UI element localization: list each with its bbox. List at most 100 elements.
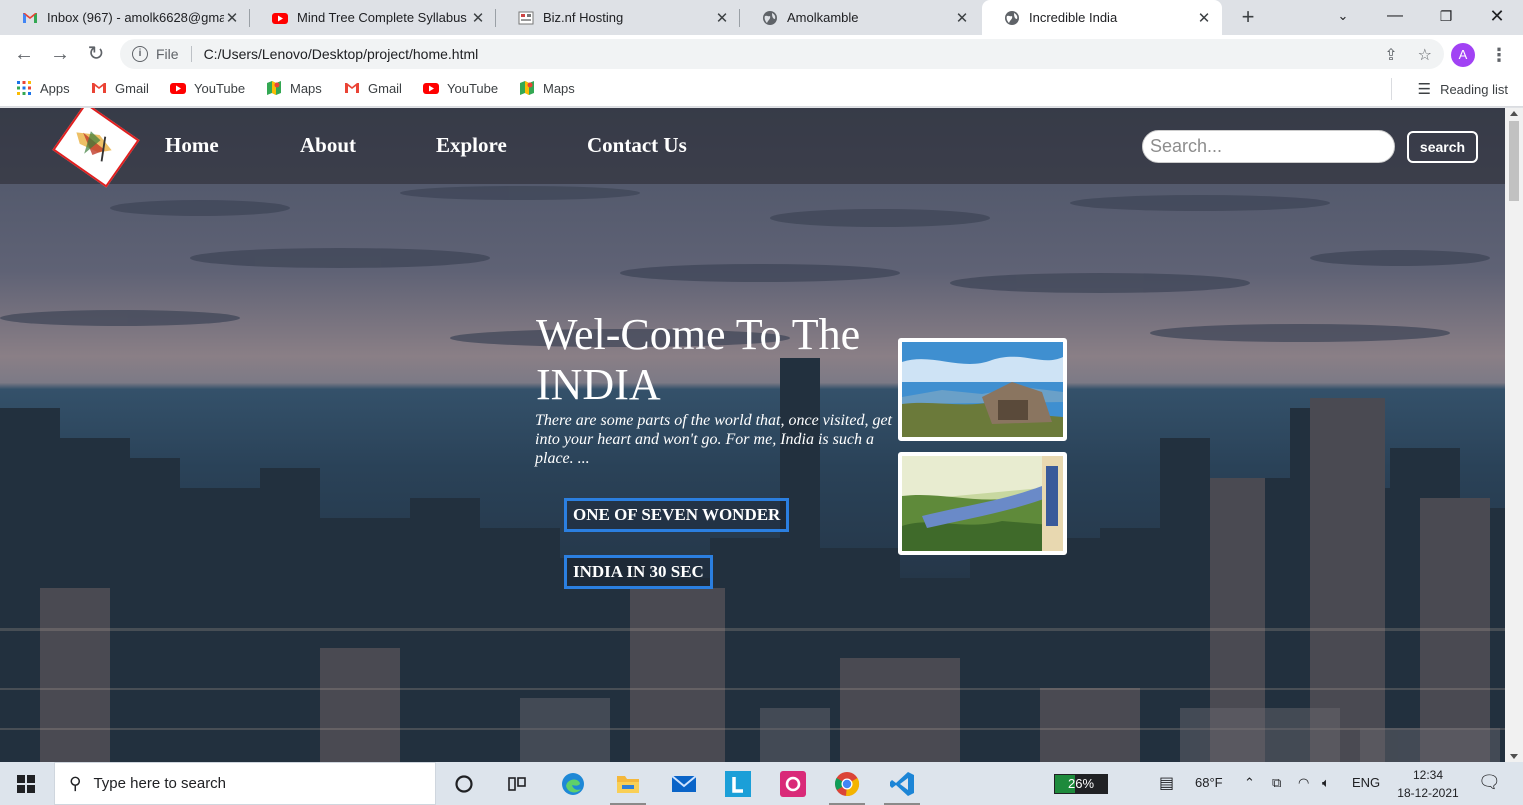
train-landscape-picture bbox=[902, 456, 1063, 551]
page-icon bbox=[518, 11, 534, 24]
task-view-icon[interactable] bbox=[503, 770, 531, 798]
hero-text: There are some parts of the world that, … bbox=[535, 412, 892, 467]
tab-incredible-india[interactable]: Incredible India ✕ bbox=[982, 0, 1222, 35]
nav-explore[interactable]: Explore bbox=[436, 133, 507, 158]
forward-icon[interactable]: → bbox=[48, 42, 72, 66]
close-window-icon[interactable]: ✕ bbox=[1484, 4, 1510, 28]
menu-icon[interactable]: ⋮ bbox=[1490, 43, 1508, 67]
tab-title: Amolkamble bbox=[787, 10, 859, 25]
divider bbox=[190, 46, 192, 62]
new-tab-button[interactable]: + bbox=[1236, 5, 1260, 29]
launcher-l-icon[interactable] bbox=[724, 770, 752, 798]
chevron-up-icon[interactable]: ⌃ bbox=[1244, 775, 1255, 791]
scroll-up-icon[interactable] bbox=[1510, 111, 1518, 116]
india-in-30-sec-button[interactable]: INDIA IN 30 SEC bbox=[564, 555, 713, 589]
browser-toolbar: ← → ↻ i File C:/Users/Lenovo/Desktop/pro… bbox=[0, 35, 1523, 73]
nav-about[interactable]: About bbox=[300, 133, 356, 158]
bookmark-star-icon[interactable]: ☆ bbox=[1418, 45, 1432, 65]
bookmark-youtube[interactable]: YouTube bbox=[170, 80, 245, 96]
url-scheme: File bbox=[156, 46, 179, 62]
page-scrollbar[interactable] bbox=[1505, 108, 1523, 762]
tab-biznf[interactable]: Biz.nf Hosting ✕ bbox=[496, 0, 740, 35]
taskbar-search-box[interactable]: ⚲ Type here to search bbox=[54, 762, 436, 805]
site-search-button[interactable]: search bbox=[1407, 131, 1478, 163]
bookmark-youtube[interactable]: YouTube bbox=[423, 80, 498, 96]
meet-now-icon[interactable]: ⧉ bbox=[1272, 775, 1281, 791]
volume-icon[interactable]: 🔈︎ bbox=[1322, 775, 1330, 791]
bookmark-label: Apps bbox=[40, 80, 70, 96]
share-icon[interactable]: ⇪ bbox=[1384, 45, 1397, 65]
tab-title: Inbox (967) - amolk6628@gmail.com bbox=[47, 10, 224, 25]
bookmark-gmail[interactable]: Gmail bbox=[91, 80, 149, 96]
bookmark-label: Maps bbox=[543, 80, 575, 96]
close-tab-icon[interactable]: ✕ bbox=[470, 9, 486, 27]
tab-title: Incredible India bbox=[1029, 10, 1118, 25]
restore-icon[interactable]: ❐ bbox=[1433, 4, 1459, 28]
minimize-icon[interactable]: — bbox=[1382, 4, 1408, 28]
reading-list-label: Reading list bbox=[1440, 81, 1508, 97]
scroll-thumb[interactable] bbox=[1509, 121, 1519, 201]
tab-amolkamble[interactable]: Amolkamble ✕ bbox=[740, 0, 980, 35]
windows-taskbar: ⚲ Type here to search 26% ▤ 68°F ⌃ ⧉ ◠ 🔈… bbox=[0, 762, 1523, 805]
maps-icon bbox=[267, 81, 281, 95]
clock-time: 12:34 bbox=[1412, 768, 1444, 782]
tab-title: Mind Tree Complete Syllabus bbox=[297, 10, 467, 25]
gmail-icon bbox=[92, 83, 106, 93]
language-indicator[interactable]: ENG bbox=[1352, 775, 1380, 790]
notifications-icon[interactable]: 🗨︎ bbox=[1478, 772, 1501, 793]
address-bar[interactable]: i File C:/Users/Lenovo/Desktop/project/h… bbox=[120, 39, 1444, 69]
taskbar-clock[interactable]: 12:34 18-12-2021 bbox=[1387, 766, 1469, 802]
tab-strip: Inbox (967) - amolk6628@gmail.com ✕ Mind… bbox=[0, 0, 1523, 35]
weather-text[interactable]: 68°F bbox=[1195, 775, 1223, 790]
cortana-icon[interactable] bbox=[450, 770, 478, 798]
gmail-icon bbox=[345, 83, 359, 93]
news-widget-icon[interactable]: ▤ bbox=[1159, 773, 1174, 793]
globe-icon bbox=[1005, 10, 1019, 25]
hill-landscape-image[interactable] bbox=[898, 338, 1067, 441]
battery-indicator[interactable]: 26% bbox=[1054, 774, 1108, 794]
tab-gmail[interactable]: Inbox (967) - amolk6628@gmail.com ✕ bbox=[0, 0, 250, 35]
chrome-icon[interactable] bbox=[829, 770, 865, 805]
close-tab-icon[interactable]: ✕ bbox=[714, 9, 730, 27]
info-icon[interactable]: i bbox=[132, 46, 148, 62]
windows-start-icon[interactable] bbox=[17, 775, 35, 793]
tab-youtube[interactable]: Mind Tree Complete Syllabus ✕ bbox=[250, 0, 496, 35]
url-text[interactable]: C:/Users/Lenovo/Desktop/project/home.htm… bbox=[204, 46, 479, 62]
hill-landscape-picture bbox=[902, 342, 1063, 437]
bookmark-gmail[interactable]: Gmail bbox=[344, 80, 402, 96]
bookmark-label: Gmail bbox=[115, 80, 149, 96]
nav-contact-us[interactable]: Contact Us bbox=[587, 133, 687, 158]
seven-wonder-button[interactable]: ONE OF SEVEN WONDER bbox=[564, 498, 790, 532]
omnibox-actions: ⇪ ☆ bbox=[1384, 45, 1432, 65]
file-explorer-icon[interactable] bbox=[610, 770, 646, 805]
edge-icon[interactable] bbox=[559, 770, 587, 798]
train-landscape-image[interactable] bbox=[898, 452, 1067, 555]
vscode-icon[interactable] bbox=[884, 770, 920, 805]
clock-date: 18-12-2021 bbox=[1397, 786, 1459, 800]
bookmark-maps[interactable]: Maps bbox=[266, 80, 322, 96]
mail-icon[interactable] bbox=[670, 770, 698, 798]
reading-list-button[interactable]: ☰ Reading list bbox=[1390, 78, 1508, 100]
search-icon: ⚲ bbox=[69, 773, 82, 793]
hero-title: Wel-Come To The INDIA bbox=[536, 310, 861, 409]
youtube-icon bbox=[423, 83, 439, 94]
reload-icon[interactable]: ↻ bbox=[84, 42, 108, 66]
nav-home[interactable]: Home bbox=[165, 133, 219, 158]
close-tab-icon[interactable]: ✕ bbox=[224, 9, 240, 27]
scroll-down-icon[interactable] bbox=[1510, 754, 1518, 759]
site-search-input[interactable] bbox=[1142, 130, 1395, 163]
youtube-icon bbox=[272, 12, 288, 24]
tab-search-icon[interactable]: ⌄ bbox=[1330, 4, 1356, 28]
bookmark-apps[interactable]: Apps bbox=[16, 80, 70, 96]
bookmark-label: YouTube bbox=[194, 80, 246, 96]
wifi-icon[interactable]: ◠ bbox=[1298, 775, 1309, 791]
app-pink-icon[interactable] bbox=[779, 770, 807, 798]
bookmark-label: Gmail bbox=[368, 80, 402, 96]
back-icon[interactable]: ← bbox=[12, 42, 36, 66]
profile-avatar[interactable]: A bbox=[1451, 43, 1475, 67]
reading-list-icon: ☰ bbox=[1417, 81, 1432, 98]
close-tab-icon[interactable]: ✕ bbox=[954, 9, 970, 27]
close-tab-icon[interactable]: ✕ bbox=[1196, 9, 1212, 27]
bookmark-maps[interactable]: Maps bbox=[519, 80, 575, 96]
maps-icon bbox=[520, 81, 534, 95]
